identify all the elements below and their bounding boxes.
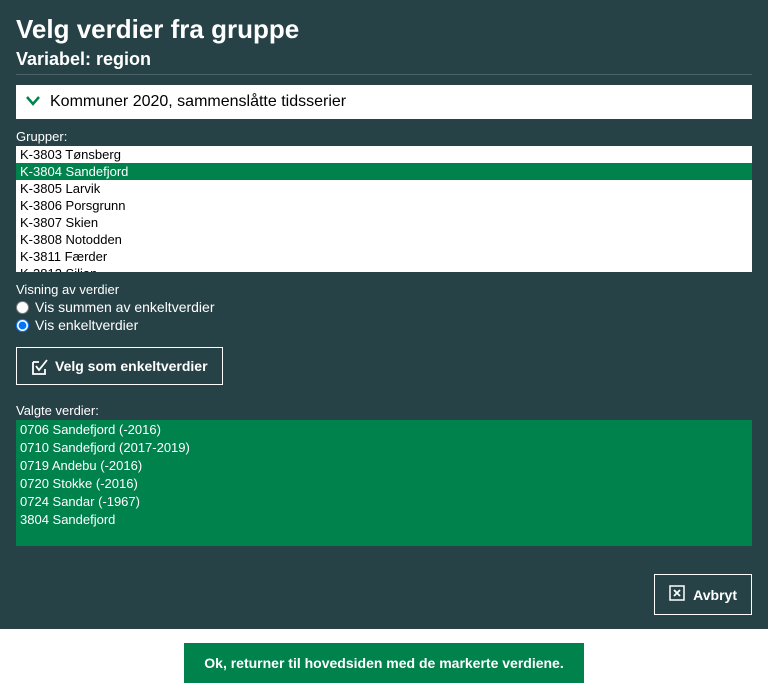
checkmark-icon [31,358,47,374]
ok-return-button[interactable]: Ok, returner til hovedsiden med de marke… [184,643,584,683]
dialog-title: Velg verdier fra gruppe [16,14,752,45]
dialog-panel: Velg verdier fra gruppe Variabel: region… [0,0,768,629]
list-item[interactable]: K-3808 Notodden [16,231,752,248]
radio-sum[interactable] [16,301,29,314]
velg-btn-label: Velg som enkeltverdier [55,358,208,374]
list-item[interactable]: K-3803 Tønsberg [16,146,752,163]
radio-enkelt-label: Vis enkeltverdier [35,317,138,333]
list-item[interactable]: 0706 Sandefjord (-2016) [20,421,748,439]
list-item[interactable]: 0720 Stokke (-2016) [20,475,748,493]
list-item[interactable]: K-3811 Færder [16,248,752,265]
close-icon [669,585,685,604]
grupper-label: Grupper: [16,129,752,144]
valgte-listbox[interactable]: 0706 Sandefjord (-2016)0710 Sandefjord (… [16,420,752,546]
visning-label: Visning av verdier [16,282,752,297]
radio-sum-label: Vis summen av enkeltverdier [35,299,214,315]
radio-sum-row[interactable]: Vis summen av enkeltverdier [16,299,752,315]
list-item[interactable]: 0719 Andebu (-2016) [20,457,748,475]
list-item[interactable]: K-3804 Sandefjord [16,163,752,180]
expander-label: Kommuner 2020, sammenslåtte tidsserier [50,93,346,111]
valgte-list-inner: 0706 Sandefjord (-2016)0710 Sandefjord (… [16,420,752,546]
list-item[interactable]: 0724 Sandar (-1967) [20,493,748,511]
list-item[interactable]: K-3806 Porsgrunn [16,197,752,214]
ok-label: Ok, returner til hovedsiden med de marke… [204,655,563,671]
velg-som-enkeltverdier-button[interactable]: Velg som enkeltverdier [16,347,223,385]
list-item[interactable]: K-3812 Siljan [16,265,752,272]
radio-enkelt[interactable] [16,319,29,332]
list-item[interactable]: K-3805 Larvik [16,180,752,197]
dialog-subtitle: Variabel: region [16,49,752,75]
avbryt-label: Avbryt [693,587,737,603]
grupper-listbox[interactable]: K-3803 TønsbergK-3804 SandefjordK-3805 L… [16,146,752,272]
chevron-down-icon [26,93,40,111]
list-item[interactable]: 3804 Sandefjord [20,511,748,529]
list-item[interactable]: K-3807 Skien [16,214,752,231]
footer-row: Avbryt [16,574,752,615]
group-expander[interactable]: Kommuner 2020, sammenslåtte tidsserier [16,85,752,119]
radio-enkelt-row[interactable]: Vis enkeltverdier [16,317,752,333]
valgte-label: Valgte verdier: [16,403,752,418]
avbryt-button[interactable]: Avbryt [654,574,752,615]
list-item[interactable]: 0710 Sandefjord (2017-2019) [20,439,748,457]
